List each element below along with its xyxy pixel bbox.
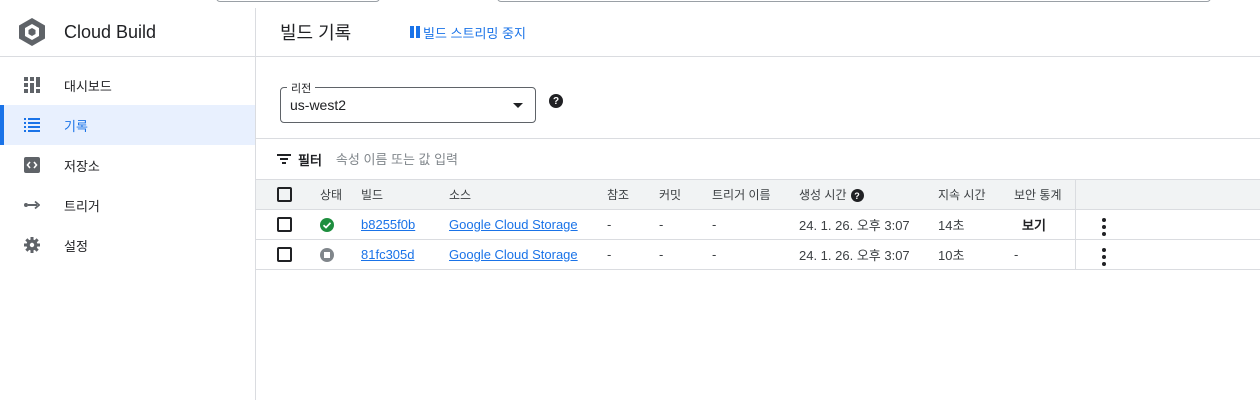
region-select[interactable]: 리전 us-west2 [280, 80, 536, 123]
created-cell: 24. 1. 26. 오후 3:07 [799, 247, 910, 263]
commit-cell: - [659, 246, 664, 262]
security-view-button[interactable]: 보기 [1014, 218, 1046, 233]
column-header-build[interactable]: 빌드 [360, 180, 448, 209]
ref-cell: - [607, 216, 612, 232]
duration-cell: 14초 [938, 217, 965, 233]
global-search-field[interactable] [497, 0, 1211, 2]
build-id-link[interactable]: 81fc305d [361, 247, 415, 262]
created-cell: 24. 1. 26. 오후 3:07 [799, 217, 910, 233]
column-header-status[interactable]: 상태 [308, 180, 360, 209]
history-list-icon [22, 115, 42, 135]
column-header-duration[interactable]: 지속 시간 [937, 180, 1013, 209]
sidebar-item-history[interactable]: 기록 [0, 105, 255, 145]
source-link[interactable]: Google Cloud Storage [449, 217, 578, 232]
help-icon[interactable]: ? [850, 189, 864, 203]
region-section: 리전 us-west2 ? [256, 57, 1260, 139]
dropdown-caret-icon [513, 103, 523, 108]
sidebar-item-settings[interactable]: 설정 [0, 225, 255, 265]
filter-bar: 필터 [256, 139, 1260, 180]
dashboard-icon [22, 75, 42, 95]
column-header-actions [1074, 180, 1260, 209]
region-value: us-west2 [290, 97, 347, 113]
app-name: Cloud Build [64, 21, 157, 42]
cloud-build-logo-icon [19, 18, 45, 46]
filter-icon[interactable] [277, 153, 293, 165]
sidebar-item-label: 설정 [64, 238, 88, 254]
sidebar-item-label: 기록 [64, 118, 88, 134]
page-header: 빌드 기록 빌드 스트리밍 중지 [256, 8, 1260, 57]
trigger-cell: - [712, 216, 717, 232]
sidebar-nav: 대시보드 기록 저장소 트리거 설정 [0, 57, 255, 265]
duration-cell: 10초 [938, 247, 965, 263]
table-row[interactable]: 81fc305d Google Cloud Storage - - - 24. … [256, 239, 1260, 269]
trigger-cell: - [712, 246, 717, 262]
help-icon[interactable]: ? [549, 94, 563, 108]
build-history-table: 상태 빌드 소스 참조 커밋 트리거 이름 생성 시간? 지속 시간 보안 통계… [256, 180, 1260, 270]
column-header-trigger[interactable]: 트리거 이름 [711, 180, 798, 209]
column-header-source[interactable]: 소스 [448, 180, 606, 209]
commit-cell: - [659, 216, 664, 232]
build-id-link[interactable]: b8255f0b [361, 217, 415, 232]
row-checkbox[interactable] [277, 217, 292, 233]
sidebar-item-label: 트리거 [64, 198, 100, 214]
page-title: 빌드 기록 [280, 23, 352, 43]
region-label: 리전 [287, 80, 316, 96]
sidebar-item-label: 저장소 [64, 158, 100, 174]
stop-streaming-label: 빌드 스트리밍 중지 [423, 25, 526, 41]
cancelled-status-icon [320, 247, 334, 262]
source-link[interactable]: Google Cloud Storage [449, 247, 578, 262]
sidebar: Cloud Build 대시보드 기록 저장소 트리거 설정 [0, 8, 256, 400]
more-vert-icon[interactable] [1098, 246, 1110, 268]
more-vert-icon[interactable] [1098, 216, 1110, 238]
ref-cell: - [607, 246, 612, 262]
security-cell: - [1014, 246, 1019, 262]
sidebar-item-dashboard[interactable]: 대시보드 [0, 65, 255, 105]
sidebar-item-label: 대시보드 [64, 78, 112, 94]
top-toolbar-remnant [0, 0, 1260, 8]
success-check-icon [320, 217, 334, 232]
select-all-checkbox[interactable] [277, 186, 292, 202]
filter-input[interactable] [335, 151, 836, 167]
brand-header: Cloud Build [0, 8, 255, 57]
column-header-created[interactable]: 생성 시간? [798, 180, 937, 209]
project-selector-field[interactable] [216, 0, 380, 2]
main-content: 빌드 기록 빌드 스트리밍 중지 리전 us-west2 ? 필터 상태 빌드 [256, 8, 1260, 400]
table-row[interactable]: b8255f0b Google Cloud Storage - - - 24. … [256, 209, 1260, 239]
trigger-icon [22, 195, 42, 215]
filter-label: 필터 [298, 152, 322, 168]
stop-streaming-button[interactable]: 빌드 스트리밍 중지 [410, 23, 526, 42]
row-checkbox[interactable] [277, 247, 292, 263]
column-header-security[interactable]: 보안 통계 [1013, 180, 1075, 209]
column-header-commit[interactable]: 커밋 [658, 180, 711, 209]
pause-icon [410, 26, 420, 38]
repository-icon [22, 155, 42, 175]
column-header-ref[interactable]: 참조 [606, 180, 658, 209]
created-header-label: 생성 시간 [799, 187, 847, 202]
table-header-row: 상태 빌드 소스 참조 커밋 트리거 이름 생성 시간? 지속 시간 보안 통계 [256, 180, 1260, 209]
settings-gear-icon [22, 235, 42, 255]
sidebar-item-repositories[interactable]: 저장소 [0, 145, 255, 185]
sidebar-item-triggers[interactable]: 트리거 [0, 185, 255, 225]
